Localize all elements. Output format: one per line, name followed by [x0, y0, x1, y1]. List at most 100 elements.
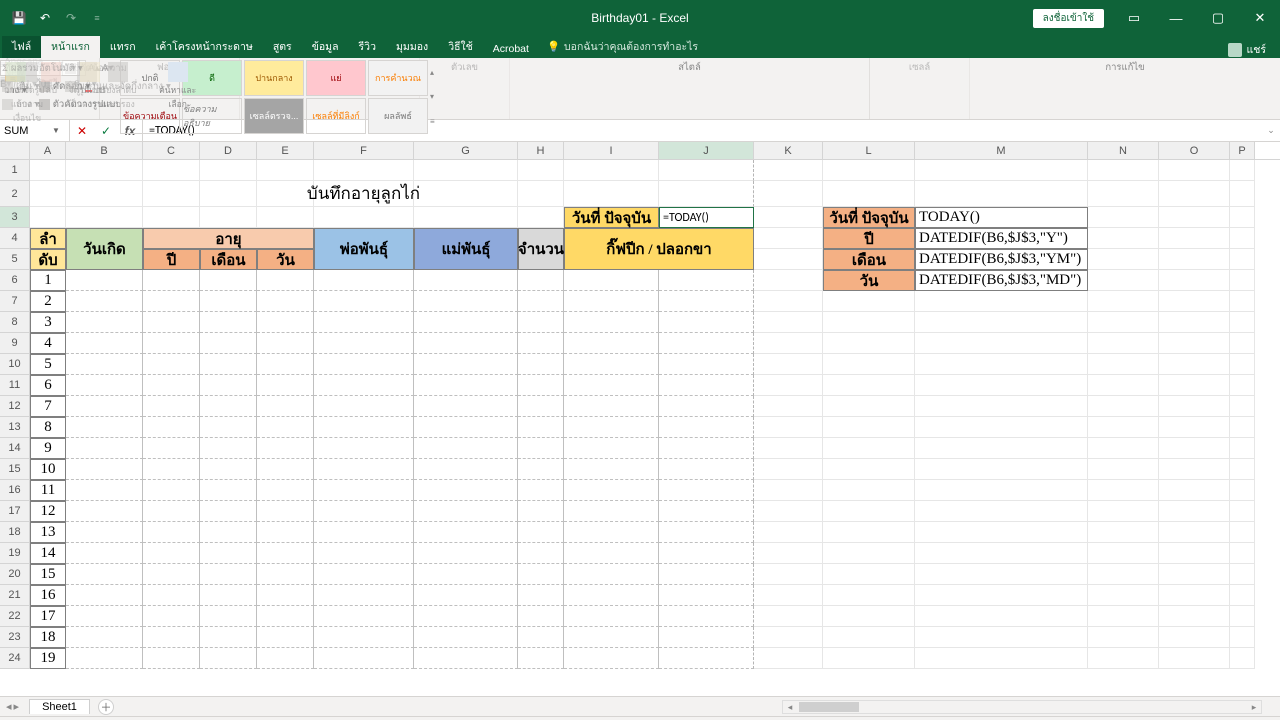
cell-O16[interactable]	[1159, 480, 1230, 501]
cell-M4[interactable]: DATEDIF(B6,$J$3,"Y")	[915, 228, 1088, 249]
cell-H11[interactable]	[518, 375, 564, 396]
cell-A3[interactable]	[30, 207, 66, 228]
cell-H17[interactable]	[518, 501, 564, 522]
cell-A8[interactable]: 3	[30, 312, 66, 333]
cell-L11[interactable]	[823, 375, 915, 396]
cell-E17[interactable]	[257, 501, 314, 522]
cell-K6[interactable]	[754, 270, 823, 291]
cell-C16[interactable]	[143, 480, 200, 501]
cell-G19[interactable]	[414, 543, 518, 564]
cell-F16[interactable]	[314, 480, 414, 501]
cell-N5[interactable]	[1088, 249, 1159, 270]
cell-O7[interactable]	[1159, 291, 1230, 312]
cell-N15[interactable]	[1088, 459, 1159, 480]
cell-B4[interactable]: วันเกิด	[66, 228, 143, 270]
cell-O4[interactable]	[1159, 228, 1230, 249]
cell-H6[interactable]	[518, 270, 564, 291]
cell-K20[interactable]	[754, 564, 823, 585]
cell-D24[interactable]	[200, 648, 257, 669]
cell-E12[interactable]	[257, 396, 314, 417]
cell-N9[interactable]	[1088, 333, 1159, 354]
cell-N14[interactable]	[1088, 438, 1159, 459]
cell-J19[interactable]	[659, 543, 754, 564]
enter-formula-icon[interactable]: ✓	[94, 124, 118, 138]
ribbon-options-icon[interactable]: ▭	[1114, 0, 1154, 36]
cell-B14[interactable]	[66, 438, 143, 459]
cell-L23[interactable]	[823, 627, 915, 648]
cell-B7[interactable]	[66, 291, 143, 312]
row-header[interactable]: 22	[0, 606, 30, 627]
cell-M19[interactable]	[915, 543, 1088, 564]
cell-L12[interactable]	[823, 396, 915, 417]
cell-I13[interactable]	[564, 417, 659, 438]
cell-G10[interactable]	[414, 354, 518, 375]
find-select-button[interactable]: ค้นหาและเลือก	[151, 60, 205, 113]
cell-L4[interactable]: ปี	[823, 228, 915, 249]
cell-L18[interactable]	[823, 522, 915, 543]
cell-A6[interactable]: 1	[30, 270, 66, 291]
row-header[interactable]: 6	[0, 270, 30, 291]
row-header[interactable]: 11	[0, 375, 30, 396]
tab-formulas[interactable]: สูตร	[263, 34, 302, 58]
tab-view[interactable]: มุมมอง	[386, 34, 438, 58]
cell-G17[interactable]	[414, 501, 518, 522]
cell-D14[interactable]	[200, 438, 257, 459]
cell-M24[interactable]	[915, 648, 1088, 669]
row-header[interactable]: 14	[0, 438, 30, 459]
cell-A21[interactable]: 16	[30, 585, 66, 606]
cell-K2[interactable]	[754, 181, 823, 207]
cell-O5[interactable]	[1159, 249, 1230, 270]
cell-C7[interactable]	[143, 291, 200, 312]
cell-G3[interactable]	[414, 207, 518, 228]
cell-P17[interactable]	[1230, 501, 1255, 522]
cell-G7[interactable]	[414, 291, 518, 312]
cell-D8[interactable]	[200, 312, 257, 333]
row-header[interactable]: 17	[0, 501, 30, 522]
sheet-tab-active[interactable]: Sheet1	[29, 699, 90, 714]
cell-G18[interactable]	[414, 522, 518, 543]
cell-I2[interactable]	[564, 181, 659, 207]
cell-M2[interactable]	[915, 181, 1088, 207]
cell-N2[interactable]	[1088, 181, 1159, 207]
cell-G11[interactable]	[414, 375, 518, 396]
cell-O9[interactable]	[1159, 333, 1230, 354]
cell-H24[interactable]	[518, 648, 564, 669]
expand-formula-bar-icon[interactable]: ⌄	[1262, 120, 1280, 141]
cell-B8[interactable]	[66, 312, 143, 333]
cell-C5[interactable]: ปี	[143, 249, 200, 270]
cell-G12[interactable]	[414, 396, 518, 417]
cell-D18[interactable]	[200, 522, 257, 543]
cell-J6[interactable]	[659, 270, 754, 291]
cell-J2[interactable]	[659, 181, 754, 207]
cell-N22[interactable]	[1088, 606, 1159, 627]
cell-H22[interactable]	[518, 606, 564, 627]
cell-G22[interactable]	[414, 606, 518, 627]
cell-D20[interactable]	[200, 564, 257, 585]
cell-D7[interactable]	[200, 291, 257, 312]
undo-icon[interactable]: ↶	[34, 7, 56, 29]
cell-F11[interactable]	[314, 375, 414, 396]
row-header[interactable]: 18	[0, 522, 30, 543]
cell-G13[interactable]	[414, 417, 518, 438]
cell-G6[interactable]	[414, 270, 518, 291]
cell-N23[interactable]	[1088, 627, 1159, 648]
col-header-K[interactable]: K	[754, 142, 823, 159]
cell-P3[interactable]	[1230, 207, 1255, 228]
cell-K10[interactable]	[754, 354, 823, 375]
cell-P19[interactable]	[1230, 543, 1255, 564]
cell-P21[interactable]	[1230, 585, 1255, 606]
cell-I15[interactable]	[564, 459, 659, 480]
cell-I17[interactable]	[564, 501, 659, 522]
cell-D23[interactable]	[200, 627, 257, 648]
col-header-E[interactable]: E	[257, 142, 314, 159]
cell-A7[interactable]: 2	[30, 291, 66, 312]
cell-E21[interactable]	[257, 585, 314, 606]
cell-C24[interactable]	[143, 648, 200, 669]
cell-K8[interactable]	[754, 312, 823, 333]
cell-N13[interactable]	[1088, 417, 1159, 438]
cell-E18[interactable]	[257, 522, 314, 543]
cell-O14[interactable]	[1159, 438, 1230, 459]
cell-G14[interactable]	[414, 438, 518, 459]
cell-F22[interactable]	[314, 606, 414, 627]
cell-O10[interactable]	[1159, 354, 1230, 375]
